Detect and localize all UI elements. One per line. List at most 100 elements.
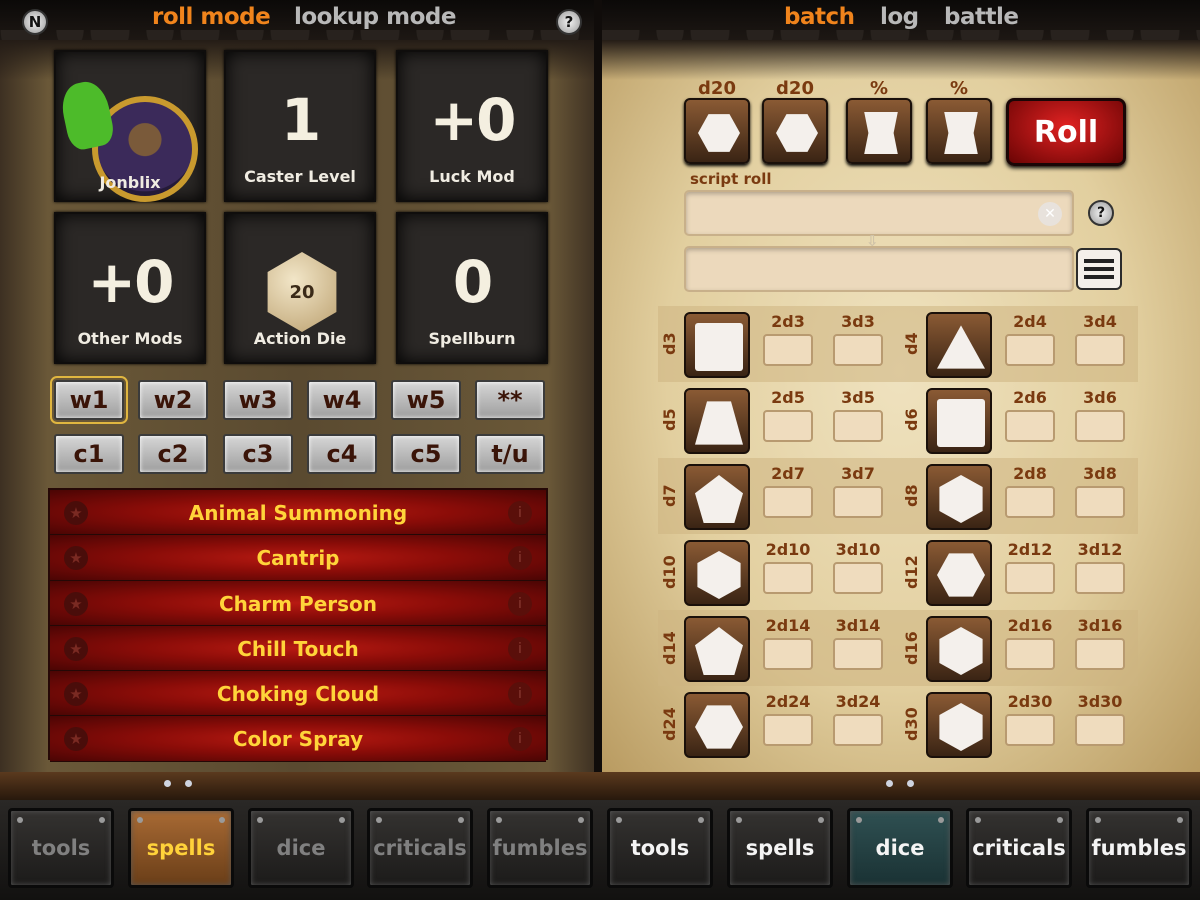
2d12-button[interactable] bbox=[1005, 562, 1055, 594]
2d30-button[interactable] bbox=[1005, 714, 1055, 746]
spell-row[interactable]: ★ Animal Summoning i bbox=[50, 490, 546, 536]
other-mods-tile[interactable]: +0 Other Mods bbox=[54, 212, 206, 364]
tab-dice-right[interactable]: dice bbox=[847, 808, 953, 888]
caster-level-tile[interactable]: 1 Caster Level bbox=[224, 50, 376, 202]
slot-button-c4[interactable]: c4 bbox=[307, 434, 377, 474]
help-button[interactable]: ? bbox=[556, 9, 582, 35]
3d12-button[interactable] bbox=[1075, 562, 1125, 594]
tab-lookup-mode[interactable]: lookup mode bbox=[294, 4, 456, 30]
caster-level-value: 1 bbox=[280, 86, 321, 154]
d16-die-button[interactable] bbox=[926, 616, 992, 682]
slot-button-c3[interactable]: c3 bbox=[223, 434, 293, 474]
dice-cell: d5 2d5 3d5 bbox=[658, 382, 898, 458]
3d16-button[interactable] bbox=[1075, 638, 1125, 670]
d4-die-button[interactable] bbox=[926, 312, 992, 378]
character-tile[interactable]: Jonblix bbox=[54, 50, 206, 202]
2d3-button[interactable] bbox=[763, 334, 813, 366]
2d5-button[interactable] bbox=[763, 410, 813, 442]
tab-tools-left[interactable]: tools bbox=[8, 808, 114, 888]
3d8-button[interactable] bbox=[1075, 486, 1125, 518]
tab-dice-left[interactable]: dice bbox=[248, 808, 354, 888]
slot-button-w4[interactable]: w4 bbox=[307, 380, 377, 420]
2d8-button[interactable] bbox=[1005, 486, 1055, 518]
script-help-button[interactable]: ? bbox=[1088, 200, 1114, 226]
action-die-tile[interactable]: 20 Action Die bbox=[224, 212, 376, 364]
2d6-button[interactable] bbox=[1005, 410, 1055, 442]
slot-button-w1[interactable]: w1 bbox=[50, 376, 128, 424]
dice-row: d5 2d5 3d5 d6 2d6 3d6 bbox=[658, 382, 1138, 458]
page-indicator-right[interactable] bbox=[886, 780, 914, 787]
spell-row[interactable]: ★ Cantrip i bbox=[50, 535, 546, 581]
spell-name: Choking Cloud bbox=[216, 682, 380, 707]
d14-die-button[interactable] bbox=[684, 616, 750, 682]
slot-button-c5[interactable]: c5 bbox=[391, 434, 461, 474]
3d4-button[interactable] bbox=[1075, 334, 1125, 366]
d30-die-button[interactable] bbox=[926, 692, 992, 758]
slot-button-w2[interactable]: w2 bbox=[138, 380, 208, 420]
page-indicator-left[interactable] bbox=[164, 780, 192, 787]
2d14-button[interactable] bbox=[763, 638, 813, 670]
slot-button-w5[interactable]: w5 bbox=[391, 380, 461, 420]
tab-tools-right[interactable]: tools bbox=[607, 808, 713, 888]
d10-die-button[interactable] bbox=[684, 540, 750, 606]
d7-die-button[interactable] bbox=[684, 464, 750, 530]
d8-die-button[interactable] bbox=[926, 464, 992, 530]
3d5-button[interactable] bbox=[833, 410, 883, 442]
tab-criticals-left[interactable]: criticals bbox=[367, 808, 473, 888]
2d4-button[interactable] bbox=[1005, 334, 1055, 366]
percent-die-button[interactable] bbox=[926, 98, 992, 164]
notes-button[interactable]: N bbox=[22, 9, 48, 35]
slot-button-w3[interactable]: w3 bbox=[223, 380, 293, 420]
tab-fumbles-right[interactable]: fumbles bbox=[1086, 808, 1192, 888]
tab-log[interactable]: log bbox=[880, 4, 919, 30]
d20-die-button[interactable] bbox=[684, 98, 750, 164]
info-icon[interactable]: i bbox=[508, 682, 532, 707]
spell-row[interactable]: ★ Charm Person i bbox=[50, 580, 546, 626]
d12-die-button[interactable] bbox=[926, 540, 992, 606]
2d16-button[interactable] bbox=[1005, 638, 1055, 670]
info-icon[interactable]: i bbox=[508, 636, 532, 661]
menu-icon[interactable] bbox=[1076, 248, 1122, 290]
tab-batch[interactable]: batch bbox=[784, 4, 855, 30]
script-roll-input[interactable]: ✕ bbox=[684, 190, 1074, 236]
d20-die-button[interactable] bbox=[762, 98, 828, 164]
spellburn-tile[interactable]: 0 Spellburn bbox=[396, 212, 548, 364]
2d10-button[interactable] bbox=[763, 562, 813, 594]
spell-row[interactable]: ★ Chill Touch i bbox=[50, 625, 546, 672]
slot-button-c1[interactable]: c1 bbox=[54, 434, 124, 474]
slot-button-tu[interactable]: t/u bbox=[475, 434, 545, 474]
spell-row[interactable]: ★ Choking Cloud i bbox=[50, 671, 546, 717]
clear-icon[interactable]: ✕ bbox=[1038, 202, 1062, 226]
tab-fumbles-left[interactable]: fumbles bbox=[487, 808, 593, 888]
d3-die-button[interactable] bbox=[684, 312, 750, 378]
tab-spells-right[interactable]: spells bbox=[727, 808, 833, 888]
script-roll-label: script roll bbox=[690, 170, 772, 188]
roll-button[interactable]: Roll bbox=[1006, 98, 1126, 166]
d5-die-button[interactable] bbox=[684, 388, 750, 454]
dice-cell: d10 2d10 3d10 bbox=[658, 534, 898, 610]
info-icon[interactable]: i bbox=[508, 501, 532, 525]
percent-die-icon bbox=[944, 112, 978, 154]
3d3-button[interactable] bbox=[833, 334, 883, 366]
tab-spells-left[interactable]: spells bbox=[128, 808, 234, 888]
slot-button-favorites[interactable]: ** bbox=[475, 380, 545, 420]
3d7-button[interactable] bbox=[833, 486, 883, 518]
3d6-button[interactable] bbox=[1075, 410, 1125, 442]
tab-criticals-right[interactable]: criticals bbox=[966, 808, 1072, 888]
3d24-button[interactable] bbox=[833, 714, 883, 746]
tab-battle[interactable]: battle bbox=[944, 4, 1019, 30]
info-icon[interactable]: i bbox=[508, 591, 532, 616]
percent-die-button[interactable] bbox=[846, 98, 912, 164]
spell-row[interactable]: ★ Color Spray i bbox=[50, 716, 546, 762]
3d10-button[interactable] bbox=[833, 562, 883, 594]
tab-roll-mode[interactable]: roll mode bbox=[152, 4, 271, 30]
3d30-button[interactable] bbox=[1075, 714, 1125, 746]
luck-mod-tile[interactable]: +0 Luck Mod bbox=[396, 50, 548, 202]
roll-result-field[interactable] bbox=[684, 246, 1074, 292]
d24-die-button[interactable] bbox=[684, 692, 750, 758]
d6-die-button[interactable] bbox=[926, 388, 992, 454]
2d24-button[interactable] bbox=[763, 714, 813, 746]
2d7-button[interactable] bbox=[763, 486, 813, 518]
3d14-button[interactable] bbox=[833, 638, 883, 670]
slot-button-c2[interactable]: c2 bbox=[138, 434, 208, 474]
